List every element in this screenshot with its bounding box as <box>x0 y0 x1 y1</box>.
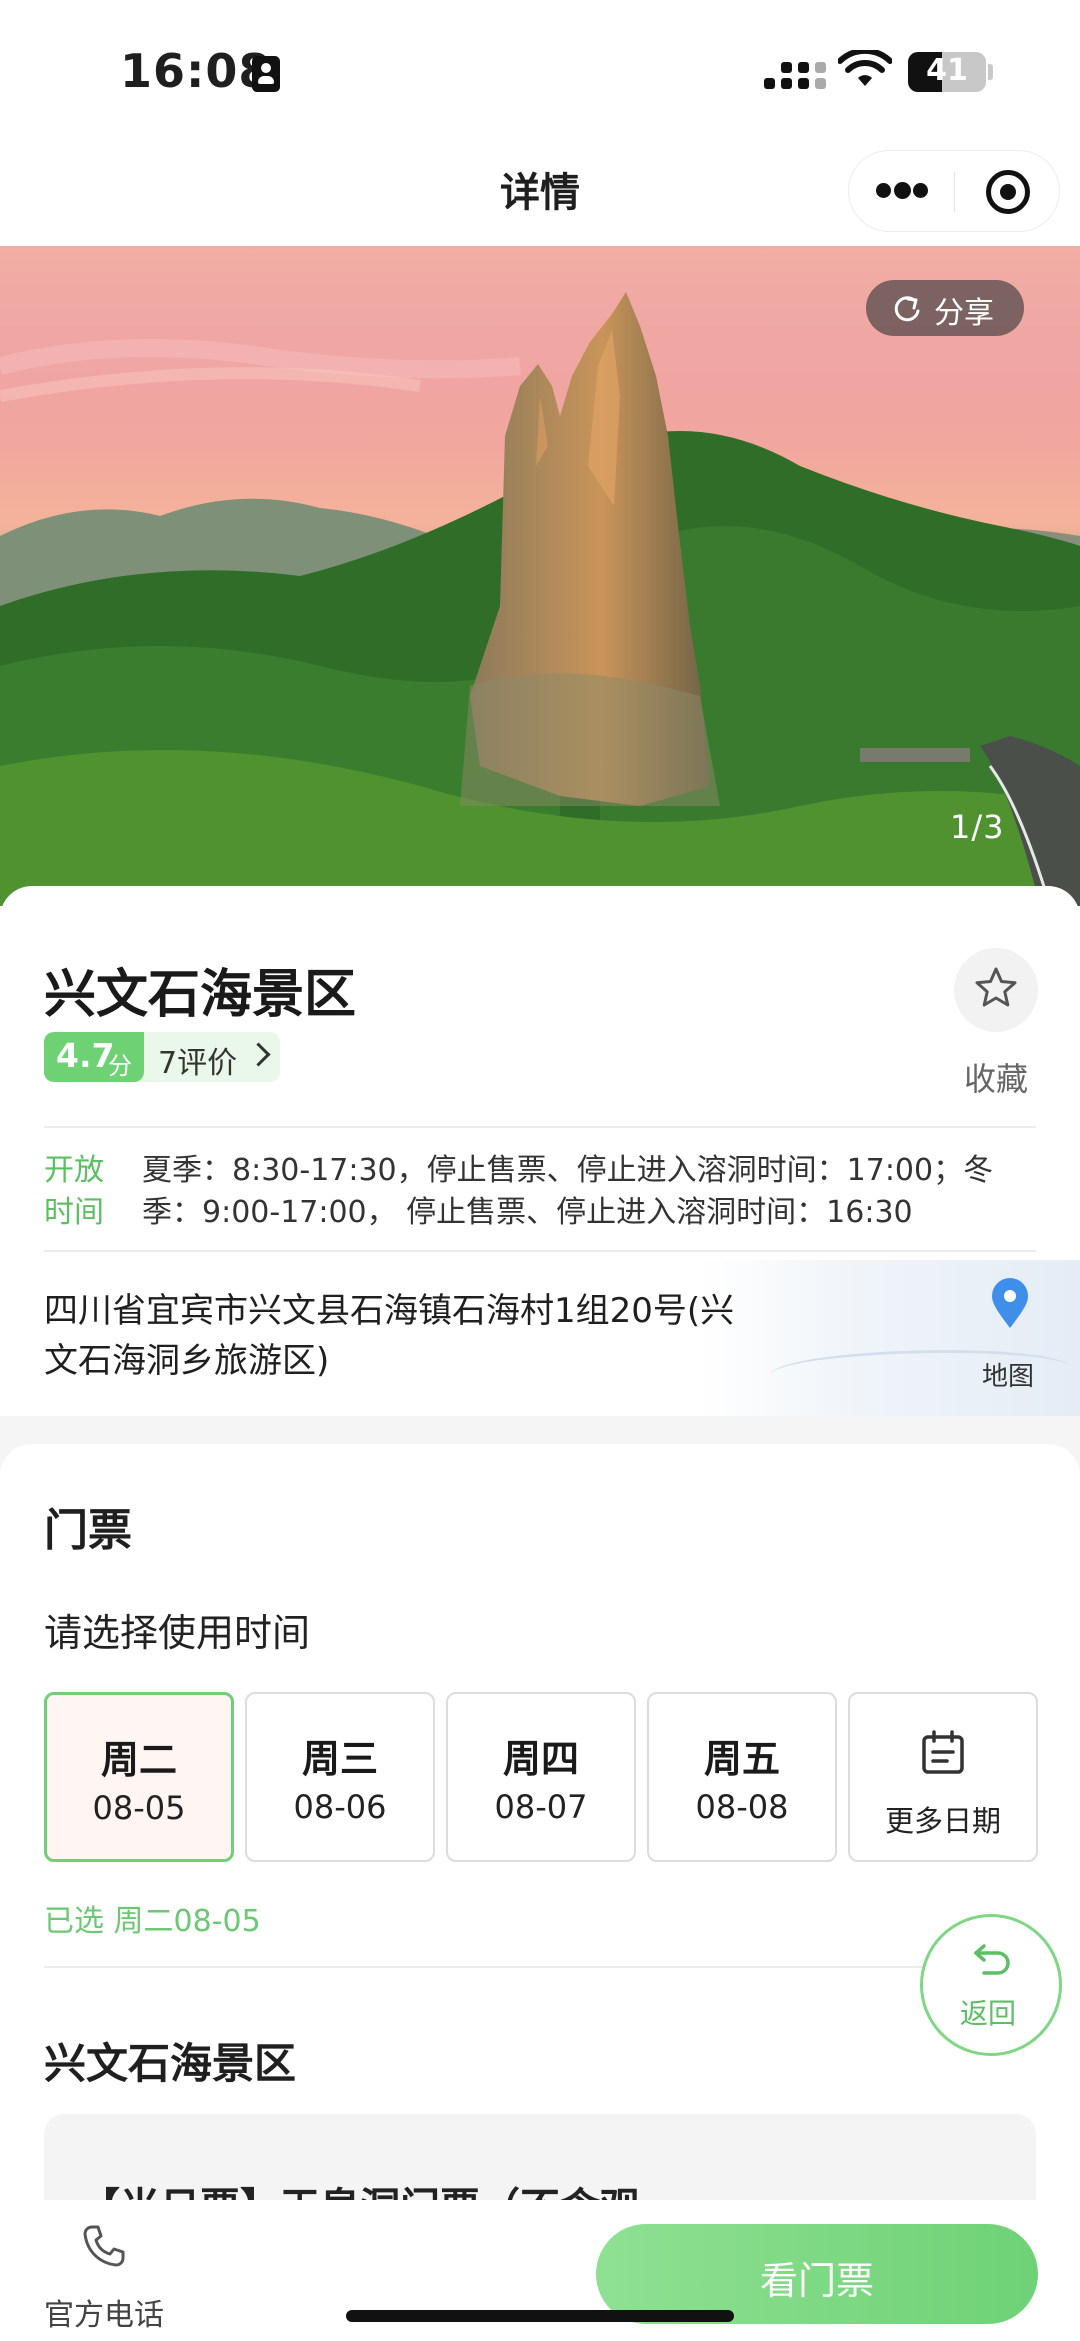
date-option-selected[interactable]: 周二 08-05 <box>44 1692 234 1862</box>
share-label: 分享 <box>934 296 994 331</box>
back-float-button[interactable] <box>920 1914 1062 2056</box>
divider <box>44 1966 1036 1968</box>
battery-tip <box>988 64 993 80</box>
wifi-icon <box>838 50 892 86</box>
star-icon[interactable] <box>972 964 1020 1012</box>
date-month-day: 08-08 <box>695 1788 789 1826</box>
map-pin-icon[interactable] <box>990 1278 1030 1330</box>
date-month-day: 08-06 <box>293 1788 387 1826</box>
date-option[interactable]: 周三 08-06 <box>245 1692 435 1862</box>
battery-icon: 41 <box>908 52 986 92</box>
date-weekday: 周二 <box>100 1738 177 1782</box>
scenic-section-title: 兴文石海景区 <box>44 2039 297 2088</box>
open-hours-label: 开放时间 <box>44 1153 104 1230</box>
divider <box>44 1126 1036 1128</box>
date-weekday: 周四 <box>502 1737 579 1781</box>
open-hours-text: 夏季：8:30-17:30，停止售票、停止进入溶洞时间：17:00；冬季：9:0… <box>142 1153 994 1230</box>
date-option[interactable]: 周四 08-07 <box>446 1692 636 1862</box>
date-prompt: 请选择使用时间 <box>44 1611 311 1655</box>
date-weekday: 周三 <box>301 1737 378 1781</box>
close-target-icon[interactable] <box>986 170 1030 214</box>
share-button[interactable]: 分享 <box>866 280 1024 336</box>
phone-label[interactable]: 官方电话 <box>44 2290 164 2334</box>
date-weekday: 周五 <box>703 1737 780 1781</box>
date-month-day: 08-07 <box>494 1788 588 1826</box>
more-dates-label: 更多日期 <box>884 1804 1001 1838</box>
calendar-icon <box>922 1730 964 1774</box>
back-label: 返回 <box>960 1997 1017 2030</box>
review-count-link[interactable]: 7评价 <box>158 1038 237 1082</box>
share-icon <box>894 296 920 322</box>
rating-score: 4.7 <box>56 1036 115 1075</box>
back-arrow-icon <box>974 1944 1010 1975</box>
signal-icon <box>764 56 826 92</box>
ticket-heading: 门票 <box>44 1505 132 1556</box>
id-card-icon <box>252 56 280 92</box>
home-indicator <box>346 2310 734 2322</box>
divider <box>44 1250 1036 1252</box>
date-option[interactable]: 周五 08-08 <box>647 1692 837 1862</box>
more-icon[interactable] <box>876 182 928 199</box>
address-text: 四川省宜宾市兴文县石海镇石海村1组20号(兴文石海洞乡旅游区) <box>44 1291 735 1381</box>
capsule-divider <box>954 172 955 212</box>
scenic-name: 兴文石海景区 <box>44 965 357 1025</box>
image-page-indicator: 1/3 <box>950 808 1005 846</box>
favorite-label: 收藏 <box>964 1060 1029 1098</box>
more-dates-button[interactable]: 更多日期 <box>848 1692 1038 1862</box>
selected-date-text: 已选 周二08-05 <box>44 1904 261 1939</box>
rating-unit: 分 <box>108 1052 132 1080</box>
status-time: 16:08 <box>120 44 272 98</box>
date-month-day: 08-05 <box>92 1789 186 1827</box>
phone-icon[interactable] <box>80 2222 128 2270</box>
battery-level: 41 <box>926 53 968 88</box>
view-tickets-label: 看门票 <box>759 2259 874 2303</box>
hero-image[interactable] <box>0 246 1080 906</box>
map-label[interactable]: 地图 <box>982 1356 1034 1393</box>
